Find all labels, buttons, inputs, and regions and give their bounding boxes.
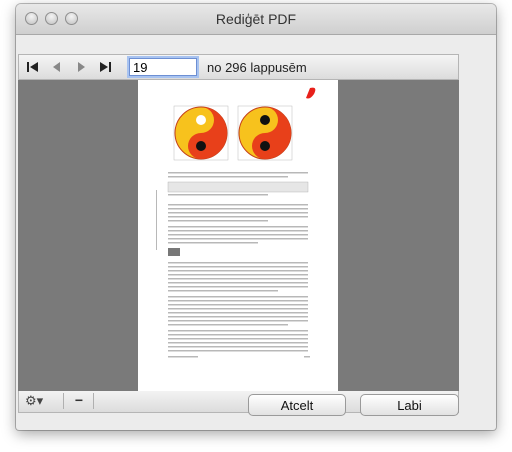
- page-number-input[interactable]: 19: [129, 58, 197, 76]
- pdf-page-content: [156, 87, 316, 358]
- page-corner-mark: [306, 87, 316, 99]
- pdf-viewer[interactable]: [18, 80, 459, 391]
- pdf-page[interactable]: [138, 80, 338, 391]
- remove-page-button[interactable]: −: [69, 393, 89, 409]
- divider: [93, 393, 94, 409]
- title-bar: Rediģēt PDF: [16, 4, 496, 35]
- cancel-button[interactable]: Atcelt: [248, 394, 346, 416]
- window-title: Rediģēt PDF: [215, 11, 297, 27]
- page-navigation-toolbar: 19 no 296 lappusēm: [18, 54, 459, 80]
- first-page-icon[interactable]: [25, 60, 41, 74]
- gear-icon[interactable]: ⚙▾: [25, 393, 61, 409]
- page-text-lines: [156, 172, 310, 358]
- ok-button[interactable]: Labi: [360, 394, 459, 416]
- next-page-icon[interactable]: [73, 60, 89, 74]
- page-count-label: no 296 lappusēm: [207, 60, 307, 75]
- yin-yang-left: [173, 105, 229, 161]
- divider: [63, 393, 64, 409]
- last-page-icon[interactable]: [97, 60, 113, 74]
- yin-yang-right: [237, 105, 293, 161]
- previous-page-icon[interactable]: [49, 60, 65, 74]
